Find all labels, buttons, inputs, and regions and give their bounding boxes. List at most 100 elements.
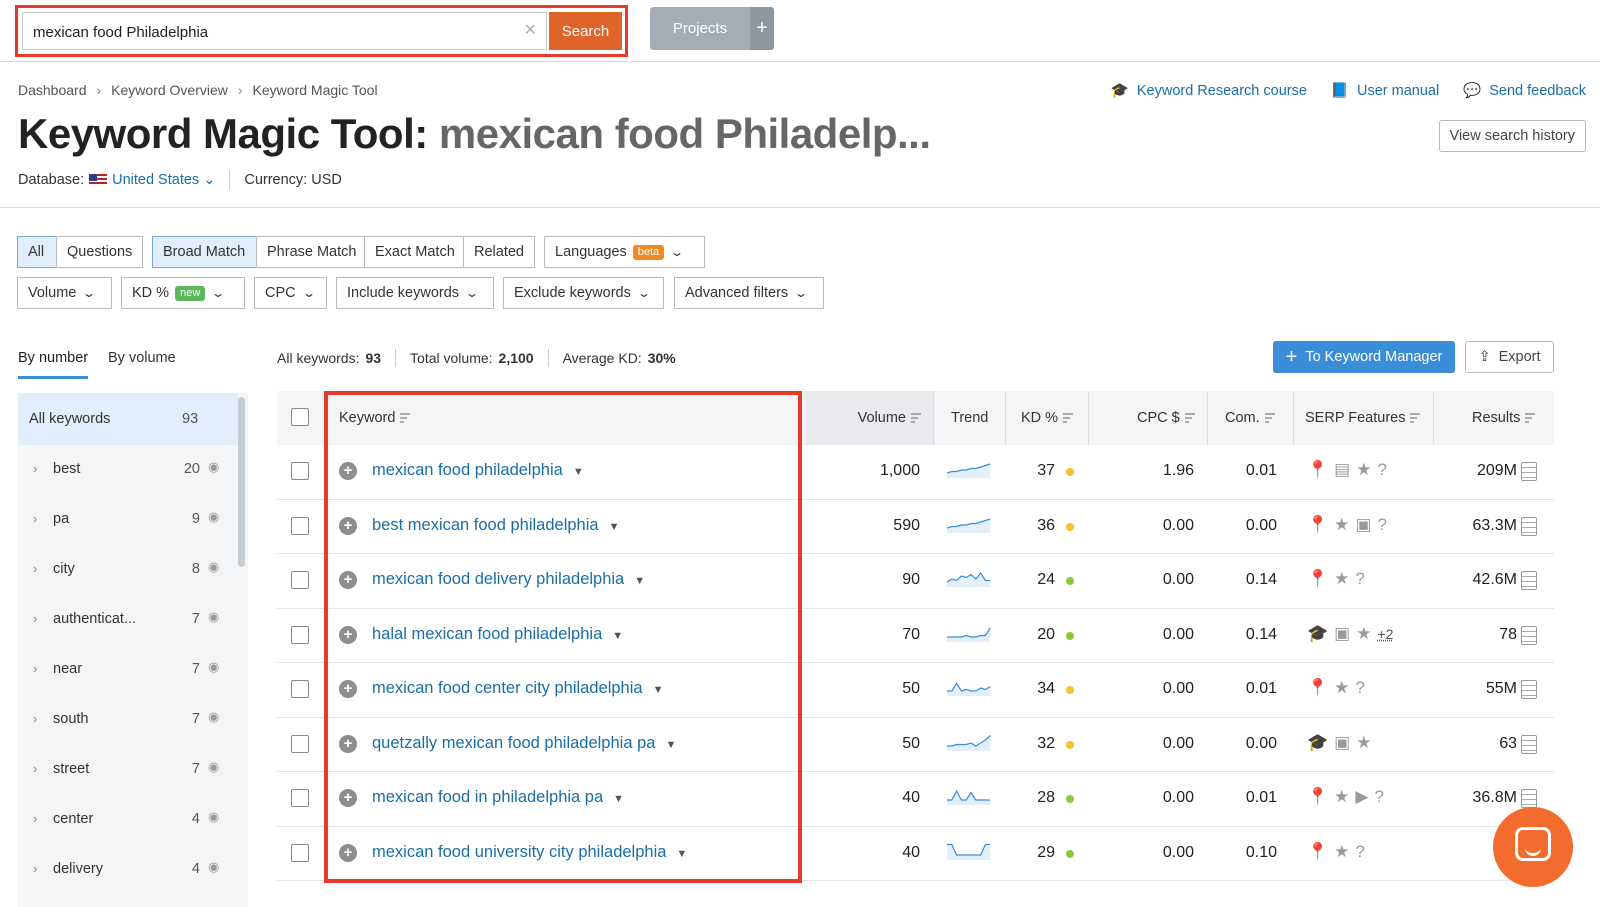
search-button[interactable]: Search (549, 12, 622, 50)
keyword-research-course-link[interactable]: 🎓 Keyword Research course (1111, 82, 1307, 99)
sidebar-item-1[interactable]: › pa 9 ◉ (18, 495, 238, 545)
caret-down-icon[interactable]: ▼ (634, 575, 645, 587)
filter-related[interactable]: Related (463, 236, 535, 268)
serp-snapshot-icon[interactable] (1521, 462, 1537, 481)
serp-snapshot-icon[interactable] (1521, 789, 1537, 808)
column-header-volume[interactable]: Volume (805, 391, 935, 445)
view-search-history-button[interactable]: View search history (1438, 120, 1586, 152)
sidebar-item-7[interactable]: › center 4 ◉ (18, 795, 238, 845)
chat-widget-button[interactable] (1493, 807, 1573, 887)
caret-down-icon[interactable]: ▼ (573, 466, 584, 478)
caret-down-icon[interactable]: ▼ (613, 793, 624, 805)
serp-features-icons[interactable]: 📍★? (1307, 678, 1371, 698)
sidebar-item-6[interactable]: › street 7 ◉ (18, 745, 238, 795)
filter-questions[interactable]: Questions (56, 236, 143, 268)
column-header-cpc[interactable]: CPC $ (1137, 391, 1195, 445)
serp-snapshot-icon[interactable] (1521, 680, 1537, 699)
row-checkbox[interactable] (291, 571, 309, 589)
clear-icon[interactable]: × (524, 19, 536, 42)
breadcrumb-keyword-overview[interactable]: Keyword Overview (111, 82, 228, 98)
sidebar-item-0[interactable]: › best 20 ◉ (18, 445, 238, 495)
serp-snapshot-icon[interactable] (1521, 516, 1537, 536)
sidebar-item-5[interactable]: › south 7 ◉ (18, 695, 238, 745)
add-to-list-icon[interactable]: + (339, 789, 357, 807)
caret-down-icon[interactable]: ▼ (665, 739, 676, 751)
filter-phrase-match[interactable]: Phrase Match (256, 236, 365, 268)
kd-filter[interactable]: KD % new ⌄ (121, 277, 245, 309)
add-to-list-icon[interactable]: + (339, 680, 357, 698)
add-to-list-icon[interactable]: + (339, 843, 357, 862)
volume-filter[interactable]: Volume ⌄ (17, 277, 112, 309)
serp-features-icons[interactable]: 📍★? (1307, 842, 1371, 862)
sidebar-item-4[interactable]: › near 7 ◉ (18, 645, 238, 695)
search-input[interactable] (33, 21, 503, 43)
keyword-link[interactable]: best mexican food philadelphia ▼ (372, 516, 619, 535)
eye-icon[interactable]: ◉ (208, 809, 219, 825)
sidebar-item-8[interactable]: › delivery 4 ◉ (18, 845, 238, 895)
keyword-link[interactable]: quetzally mexican food philadelphia pa ▼ (372, 734, 676, 753)
user-manual-link[interactable]: 📘 User manual (1331, 82, 1439, 99)
sidebar-item-3[interactable]: › authenticat... 7 ◉ (18, 595, 238, 645)
tab-by-volume[interactable]: By volume (108, 350, 176, 366)
eye-icon[interactable]: ◉ (208, 759, 219, 775)
row-checkbox[interactable] (291, 680, 309, 698)
add-to-list-icon[interactable]: + (339, 462, 357, 480)
serp-more-link[interactable]: +2 (1377, 626, 1393, 642)
serp-features-icons[interactable]: 📍★▶? (1307, 787, 1390, 807)
serp-features-icons[interactable]: 📍▤★? (1307, 460, 1393, 480)
add-to-list-icon[interactable]: + (339, 625, 357, 644)
serp-features-icons[interactable]: 📍★▣? (1307, 515, 1393, 535)
serp-snapshot-icon[interactable] (1521, 625, 1537, 645)
column-header-keyword[interactable]: Keyword (339, 391, 411, 445)
include-keywords-filter[interactable]: Include keywords ⌄ (336, 277, 494, 309)
eye-icon[interactable]: ◉ (208, 659, 219, 675)
serp-snapshot-icon[interactable] (1521, 734, 1537, 754)
add-to-list-icon[interactable]: + (339, 516, 357, 535)
keyword-link[interactable]: halal mexican food philadelphia ▼ (372, 625, 623, 644)
advanced-filters[interactable]: Advanced filters ⌄ (674, 277, 824, 309)
column-header-results[interactable]: Results (1472, 391, 1536, 445)
eye-icon[interactable]: ◉ (208, 709, 219, 725)
keyword-link[interactable]: mexican food delivery philadelphia ▼ (372, 570, 645, 589)
serp-features-icons[interactable]: 📍★? (1307, 569, 1371, 589)
eye-icon[interactable]: ◉ (208, 609, 219, 625)
exclude-keywords-filter[interactable]: Exclude keywords ⌄ (503, 277, 664, 309)
sidebar-item-all-keywords[interactable]: All keywords 93 (18, 393, 238, 445)
add-project-button[interactable]: + (750, 7, 774, 50)
keyword-link[interactable]: mexican food in philadelphia pa ▼ (372, 788, 624, 807)
caret-down-icon[interactable]: ▼ (612, 630, 623, 642)
caret-down-icon[interactable]: ▼ (676, 848, 687, 860)
keyword-link[interactable]: mexican food university city philadelphi… (372, 843, 687, 862)
breadcrumb-dashboard[interactable]: Dashboard (18, 82, 87, 98)
column-header-kd[interactable]: KD % (1021, 391, 1074, 445)
caret-down-icon[interactable]: ▼ (653, 684, 664, 696)
projects-button[interactable]: Projects (650, 7, 750, 50)
column-header-serp-features[interactable]: SERP Features (1305, 391, 1421, 445)
eye-icon[interactable]: ◉ (208, 859, 219, 875)
eye-icon[interactable]: ◉ (208, 509, 219, 525)
row-checkbox[interactable] (291, 734, 309, 753)
eye-icon[interactable]: ◉ (208, 459, 219, 475)
add-to-list-icon[interactable]: + (339, 571, 357, 589)
keyword-link[interactable]: mexican food philadelphia ▼ (372, 461, 584, 480)
select-all-checkbox[interactable] (291, 408, 309, 426)
column-header-com[interactable]: Com. (1225, 391, 1275, 445)
row-checkbox[interactable] (291, 516, 309, 535)
row-checkbox[interactable] (291, 462, 309, 480)
row-checkbox[interactable] (291, 625, 309, 644)
search-box[interactable]: × (22, 12, 547, 50)
filter-broad-match[interactable]: Broad Match (152, 236, 257, 268)
serp-features-icons[interactable]: 🎓▣★ (1307, 733, 1377, 753)
filter-exact-match[interactable]: Exact Match (364, 236, 464, 268)
languages-dropdown[interactable]: Languages beta ⌄ (544, 236, 705, 268)
database-selector[interactable]: United States ⌄ (112, 172, 215, 188)
add-to-list-icon[interactable]: + (339, 734, 357, 753)
serp-snapshot-icon[interactable] (1521, 571, 1537, 590)
export-button[interactable]: ⇪ Export (1465, 341, 1554, 373)
send-feedback-link[interactable]: 💬 Send feedback (1463, 82, 1586, 99)
sidebar-scrollbar[interactable] (238, 397, 245, 567)
filter-all[interactable]: All (17, 236, 57, 268)
sidebar-item-2[interactable]: › city 8 ◉ (18, 545, 238, 595)
row-checkbox[interactable] (291, 789, 309, 807)
cpc-filter[interactable]: CPC ⌄ (254, 277, 327, 309)
